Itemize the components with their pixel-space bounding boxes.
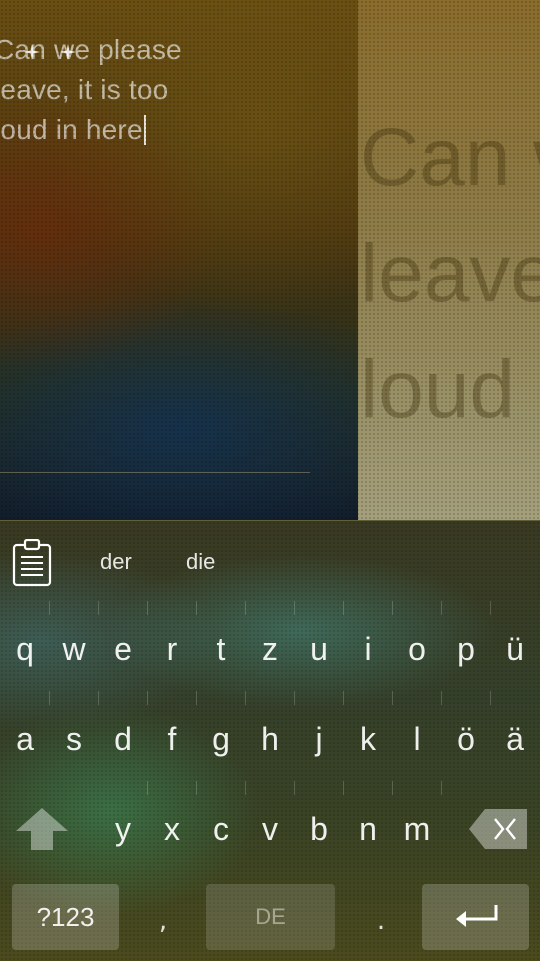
key-separator — [294, 601, 295, 615]
key-separator — [147, 781, 148, 795]
preview-line-3: loud — [360, 344, 516, 435]
note-text-area[interactable]: Can we please leave, it is too loud in h… — [0, 30, 354, 150]
key-separator — [392, 601, 393, 615]
key-a[interactable]: a — [1, 699, 49, 779]
key-q[interactable]: q — [1, 609, 49, 689]
key-separator — [49, 601, 50, 615]
key-o-umlaut[interactable]: ö — [442, 699, 490, 779]
key-separator — [490, 601, 491, 615]
key-a-umlaut[interactable]: ä — [491, 699, 539, 779]
key-separator — [294, 781, 295, 795]
key-j[interactable]: j — [295, 699, 343, 779]
key-w[interactable]: w — [50, 609, 98, 689]
key-n[interactable]: n — [344, 789, 392, 869]
suggestion-der[interactable]: der — [100, 549, 132, 575]
note-line-1: Can we please — [0, 34, 182, 65]
note-line-3: loud in here — [0, 110, 354, 150]
space-key[interactable]: DE — [206, 884, 335, 950]
key-f[interactable]: f — [148, 699, 196, 779]
note-editor[interactable]: Can we please leave, it is too loud in h… — [0, 0, 358, 520]
shift-arrow-icon — [16, 808, 68, 850]
key-separator — [98, 691, 99, 705]
key-t[interactable]: t — [197, 609, 245, 689]
key-separator — [49, 691, 50, 705]
key-i[interactable]: i — [344, 609, 392, 689]
key-u[interactable]: u — [295, 609, 343, 689]
key-h[interactable]: h — [246, 699, 294, 779]
backspace-icon — [469, 809, 527, 849]
clipboard-icon — [12, 538, 52, 587]
key-s[interactable]: s — [50, 699, 98, 779]
key-e[interactable]: e — [99, 609, 147, 689]
preview-line-1: Can w — [360, 112, 540, 203]
period-key[interactable]: . — [366, 901, 396, 941]
key-separator — [147, 601, 148, 615]
key-separator — [392, 691, 393, 705]
key-x[interactable]: x — [148, 789, 196, 869]
key-separator — [196, 691, 197, 705]
key-separator — [196, 781, 197, 795]
key-separator — [196, 601, 197, 615]
key-z[interactable]: z — [246, 609, 294, 689]
symbols-key[interactable]: ?123 — [12, 884, 119, 950]
key-m[interactable]: m — [393, 789, 441, 869]
backspace-key[interactable] — [466, 789, 530, 869]
preview-line-2: leave — [360, 228, 540, 319]
key-separator — [245, 691, 246, 705]
preview-text: Can w leave loud — [360, 100, 540, 448]
key-separator — [98, 601, 99, 615]
key-k[interactable]: k — [344, 699, 392, 779]
clipboard-button[interactable] — [12, 538, 52, 587]
key-separator — [441, 691, 442, 705]
key-d[interactable]: d — [99, 699, 147, 779]
comma-key[interactable]: , — [148, 901, 178, 941]
key-separator — [441, 601, 442, 615]
shift-key[interactable] — [10, 789, 74, 869]
key-g[interactable]: g — [197, 699, 245, 779]
key-separator — [294, 691, 295, 705]
key-separator — [490, 691, 491, 705]
key-separator — [343, 781, 344, 795]
note-line-2: leave, it is too — [0, 74, 169, 105]
sparkle-icon — [24, 44, 40, 60]
suggestion-die[interactable]: die — [186, 549, 215, 575]
key-u-umlaut[interactable]: ü — [491, 609, 539, 689]
note-preview-panel[interactable]: Can w leave loud — [358, 0, 540, 520]
virtual-keyboard: der die q w e r t z u i o p ü a s d f g … — [0, 520, 540, 961]
key-y[interactable]: y — [99, 789, 147, 869]
key-separator — [343, 691, 344, 705]
key-separator — [245, 601, 246, 615]
editor-underline — [0, 472, 310, 473]
key-r[interactable]: r — [148, 609, 196, 689]
key-separator — [245, 781, 246, 795]
key-v[interactable]: v — [246, 789, 294, 869]
enter-arrow-icon — [455, 905, 497, 927]
key-separator — [392, 781, 393, 795]
key-separator — [343, 601, 344, 615]
app-area: Can we please leave, it is too loud in h… — [0, 0, 540, 520]
key-b[interactable]: b — [295, 789, 343, 869]
key-separator — [147, 691, 148, 705]
text-cursor — [143, 115, 146, 145]
key-p[interactable]: p — [442, 609, 490, 689]
key-separator — [441, 781, 442, 795]
note-line-3-text: loud in here — [0, 114, 143, 145]
sparkle-icon — [60, 44, 76, 60]
enter-key[interactable] — [422, 884, 529, 950]
key-c[interactable]: c — [197, 789, 245, 869]
key-o[interactable]: o — [393, 609, 441, 689]
key-l[interactable]: l — [393, 699, 441, 779]
